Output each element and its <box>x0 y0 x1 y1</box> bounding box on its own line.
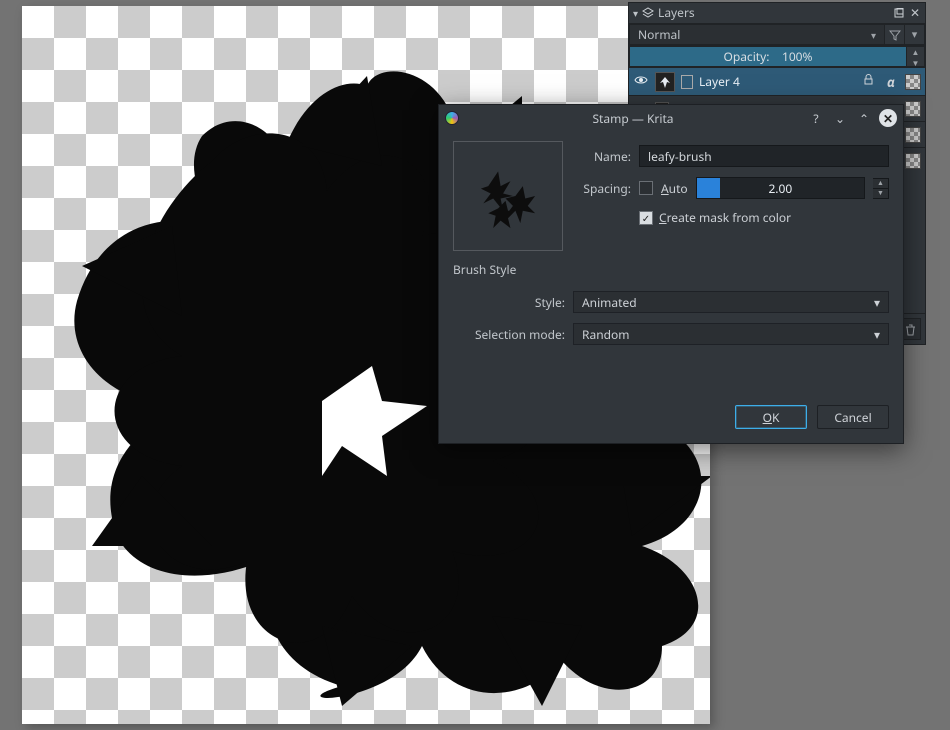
lock-icon[interactable] <box>863 74 877 89</box>
layer-menu-button[interactable]: ▾ <box>905 24 925 45</box>
blend-mode-select[interactable]: Normal ▾ <box>629 24 885 45</box>
layer-row[interactable]: Layer 4 α <box>629 67 925 95</box>
chevron-down-icon: ▾ <box>871 28 876 42</box>
name-input[interactable] <box>639 145 889 167</box>
frame-icon <box>681 75 693 89</box>
style-select[interactable]: Animated ▾ <box>573 291 889 313</box>
layer-thumbnail <box>655 72 675 92</box>
opacity-label: Opacity: <box>723 48 769 65</box>
selection-mode-value: Random <box>582 326 629 343</box>
dialog-title: Stamp — Krita <box>465 110 801 127</box>
alpha-lock-icon[interactable] <box>905 153 921 169</box>
layers-icon <box>642 7 654 19</box>
selection-mode-label: Selection mode: <box>467 326 565 343</box>
selection-mode-select[interactable]: Random ▾ <box>573 323 889 345</box>
visibility-icon[interactable] <box>633 73 649 91</box>
chevron-down-icon: ▾ <box>874 326 880 343</box>
blend-mode-value: Normal <box>638 26 680 43</box>
brush-preview <box>453 141 563 251</box>
layer-name[interactable]: Layer 4 <box>699 73 857 90</box>
spacing-slider[interactable]: 2.00 <box>696 177 865 199</box>
create-mask-checkbox[interactable]: ✓ <box>639 211 653 225</box>
collapse-icon[interactable]: ▾ <box>633 6 638 20</box>
opacity-step-down[interactable]: ▼ <box>907 58 924 69</box>
krita-logo-icon <box>445 111 459 125</box>
dialog-titlebar[interactable]: Stamp — Krita ? ⌄ ⌃ ✕ <box>439 105 903 131</box>
brush-style-group: Style: Animated ▾ Selection mode: Random… <box>453 284 889 351</box>
style-label: Style: <box>467 294 565 311</box>
minimize-button[interactable]: ⌄ <box>831 109 849 127</box>
cancel-button[interactable]: Cancel <box>817 405 889 429</box>
opacity-slider[interactable]: Opacity: 100% <box>629 46 907 67</box>
layer-filter-button[interactable] <box>885 24 905 45</box>
brush-style-group-label: Brush Style <box>453 261 889 278</box>
opacity-step-up[interactable]: ▲ <box>907 47 924 58</box>
auto-spacing-checkbox[interactable] <box>639 181 653 195</box>
undock-icon[interactable] <box>893 7 905 19</box>
help-button[interactable]: ? <box>807 109 825 127</box>
maximize-button[interactable]: ⌃ <box>855 109 873 127</box>
spacing-stepper[interactable]: ▲▼ <box>873 178 889 199</box>
spacing-label: Spacing: <box>575 180 631 197</box>
spacing-value: 2.00 <box>697 178 864 198</box>
alpha-lock-icon[interactable] <box>905 127 921 143</box>
opacity-value: 100% <box>782 48 813 65</box>
alpha-lock-icon[interactable] <box>905 101 921 117</box>
layers-panel-header[interactable]: ▾ Layers ✕ <box>629 3 925 23</box>
alpha-inherit-icon[interactable]: α <box>883 74 899 90</box>
ok-button[interactable]: OK <box>735 405 807 429</box>
auto-spacing-label: Auto <box>661 180 688 197</box>
create-mask-label: Create mask from color <box>659 209 791 226</box>
chevron-down-icon: ▾ <box>874 294 880 311</box>
style-value: Animated <box>582 294 637 311</box>
alpha-lock-icon[interactable] <box>905 74 921 90</box>
name-label: Name: <box>575 148 631 165</box>
stamp-dialog: Stamp — Krita ? ⌄ ⌃ ✕ Name: Spacing: <box>438 104 904 444</box>
close-button[interactable]: ✕ <box>879 109 897 127</box>
layers-panel-title: Layers <box>658 4 695 21</box>
close-panel-icon[interactable]: ✕ <box>909 7 921 19</box>
